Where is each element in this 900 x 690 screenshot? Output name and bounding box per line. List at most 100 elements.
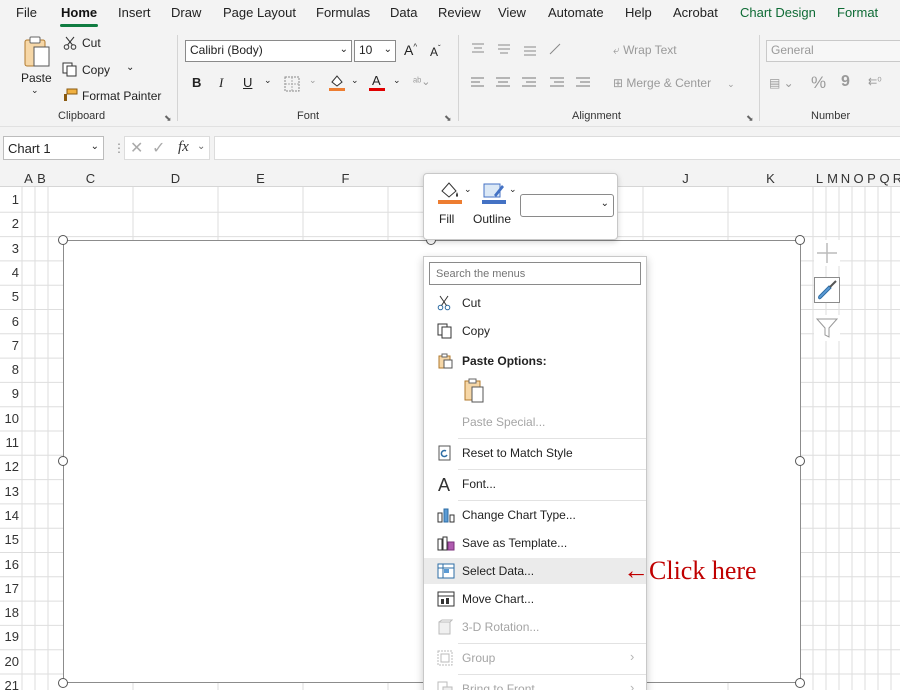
enter-icon[interactable]: ✓ [152, 138, 165, 158]
font-name-select[interactable]: Calibri (Body) ⌄ [185, 40, 352, 62]
col-header-n[interactable]: N [839, 171, 852, 187]
clipboard-launcher-icon[interactable]: ⬊ [164, 113, 172, 124]
chart-element-dropdown[interactable]: ⌄ [520, 194, 614, 217]
resize-handle-se[interactable] [795, 678, 805, 688]
tab-draw[interactable]: Draw [171, 5, 201, 20]
fill-bucket-icon[interactable] [437, 180, 463, 204]
col-header-r[interactable]: R [891, 171, 900, 187]
col-header-b[interactable]: B [35, 171, 48, 187]
paste-button[interactable]: Paste [21, 71, 52, 85]
tab-insert[interactable]: Insert [118, 5, 151, 20]
col-header-j[interactable]: J [643, 171, 728, 187]
resize-handle-nw[interactable] [58, 235, 68, 245]
row-header-2[interactable]: 2 [0, 216, 21, 240]
resize-handle-w[interactable] [58, 456, 68, 466]
cut-button[interactable]: Cut [82, 36, 101, 50]
tab-format[interactable]: Format [837, 5, 878, 20]
paste-option-icon[interactable] [463, 378, 485, 404]
insert-function-button[interactable]: fx [178, 139, 189, 156]
tab-data[interactable]: Data [390, 5, 417, 20]
borders-icon[interactable] [284, 76, 300, 92]
row-header-14[interactable]: 14 [0, 508, 21, 532]
format-painter-button[interactable]: Format Painter [82, 89, 161, 103]
row-header-13[interactable]: 13 [0, 484, 21, 508]
tab-help[interactable]: Help [625, 5, 652, 20]
formula-input[interactable] [214, 136, 900, 160]
copy-icon[interactable] [62, 62, 77, 77]
merge-center-button[interactable]: ⊞ Merge & Center ⌄ [613, 76, 735, 90]
tab-chart-design[interactable]: Chart Design [740, 5, 816, 20]
row-header-5[interactable]: 5 [0, 289, 21, 313]
col-header-d[interactable]: D [133, 171, 218, 187]
font-size-select[interactable]: 10 ⌄ [354, 40, 396, 62]
tab-automate[interactable]: Automate [548, 5, 604, 20]
row-header-11[interactable]: 11 [0, 435, 21, 459]
menu-item-font[interactable]: A Font... [424, 471, 646, 497]
col-header-a[interactable]: A [22, 171, 35, 187]
row-header-9[interactable]: 9 [0, 386, 21, 410]
grow-font-button[interactable]: A^ [404, 42, 417, 58]
search-menus-input[interactable] [429, 262, 641, 285]
chart-elements-button[interactable] [814, 240, 840, 266]
chevron-down-icon[interactable]: ⌄ [464, 184, 472, 195]
alignment-launcher-icon[interactable]: ⬊ [746, 113, 754, 124]
wrap-text-button[interactable]: ⤶ Wrap Text [613, 43, 677, 58]
col-header-k[interactable]: K [728, 171, 813, 187]
col-header-l[interactable]: L [813, 171, 826, 187]
paste-icon[interactable] [22, 35, 52, 69]
bold-button[interactable]: B [192, 75, 201, 90]
comma-style-button[interactable]: 9 [841, 73, 850, 91]
row-header-7[interactable]: 7 [0, 338, 21, 362]
copy-dropdown-arrow[interactable]: ⌄ [126, 62, 134, 73]
tab-review[interactable]: Review [438, 5, 481, 20]
underline-button[interactable]: U [243, 75, 252, 90]
row-header-3[interactable]: 3 [0, 241, 21, 265]
outline-button[interactable]: Outline [473, 212, 511, 226]
tab-home[interactable]: Home [61, 5, 97, 20]
increase-decimal-icon[interactable]: ⇇⁰ [868, 75, 882, 88]
col-header-m[interactable]: M [826, 171, 839, 187]
row-header-10[interactable]: 10 [0, 411, 21, 435]
row-header-12[interactable]: 12 [0, 459, 21, 483]
col-header-f[interactable]: F [303, 171, 388, 187]
chevron-down-icon[interactable]: ⌄ [264, 75, 272, 86]
row-header-17[interactable]: 17 [0, 581, 21, 605]
menu-item-save-template[interactable]: Save as Template... [424, 530, 646, 556]
chart-filters-button[interactable] [814, 315, 840, 341]
resize-handle-ne[interactable] [795, 235, 805, 245]
row-header-8[interactable]: 8 [0, 362, 21, 386]
shrink-font-button[interactable]: Aˇ [430, 44, 441, 59]
row-header-19[interactable]: 19 [0, 629, 21, 653]
row-header-20[interactable]: 20 [0, 654, 21, 678]
number-format-select[interactable]: General [766, 40, 900, 62]
percent-button[interactable]: % [811, 73, 826, 93]
menu-item-cut[interactable]: Cut [424, 290, 646, 316]
fill-button[interactable]: Fill [439, 212, 454, 226]
col-header-q[interactable]: Q [878, 171, 891, 187]
row-header-18[interactable]: 18 [0, 605, 21, 629]
chevron-down-icon[interactable]: ⌄ [509, 184, 517, 195]
row-header-1[interactable]: 1 [0, 192, 21, 216]
menu-item-change-chart-type[interactable]: Change Chart Type... [424, 502, 646, 528]
chevron-down-icon[interactable]: ⌄ [309, 75, 317, 86]
accounting-format-icon[interactable]: ▤ ⌄ [769, 76, 794, 90]
font-launcher-icon[interactable]: ⬊ [444, 113, 452, 124]
menu-item-reset-style[interactable]: Reset to Match Style [424, 440, 646, 466]
row-header-6[interactable]: 6 [0, 314, 21, 338]
resize-handle-e[interactable] [795, 456, 805, 466]
col-header-e[interactable]: E [218, 171, 303, 187]
resize-handle-sw[interactable] [58, 678, 68, 688]
outline-pen-icon[interactable] [481, 180, 507, 204]
chart-styles-button[interactable] [814, 277, 840, 303]
paste-dropdown-arrow[interactable]: ⌄ [31, 85, 39, 96]
name-box[interactable]: Chart 1 ⌄ [3, 136, 104, 160]
row-header-16[interactable]: 16 [0, 557, 21, 581]
row-header-15[interactable]: 15 [0, 532, 21, 556]
cancel-icon[interactable]: ✕ [130, 138, 143, 158]
fill-color-icon[interactable] [328, 73, 346, 91]
tab-page-layout[interactable]: Page Layout [223, 5, 296, 20]
copy-button[interactable]: Copy [82, 63, 110, 77]
font-color-icon[interactable]: A [368, 73, 386, 91]
format-painter-icon[interactable] [62, 88, 78, 102]
chevron-down-icon[interactable]: ⌄ [351, 75, 359, 86]
